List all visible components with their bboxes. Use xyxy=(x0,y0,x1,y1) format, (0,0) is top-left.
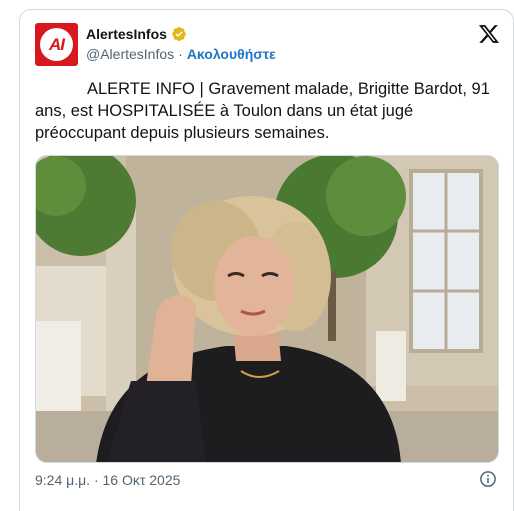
handle-row: @AlertesInfos · Ακολουθήστε xyxy=(86,46,276,62)
x-logo-icon[interactable] xyxy=(478,23,500,45)
tweet-card: AI AlertesInfos @AlertesInfos · Ακολουθή… xyxy=(19,9,514,511)
verified-badge-icon xyxy=(172,26,186,42)
photo-illustration xyxy=(36,156,498,462)
avatar-logo: AI xyxy=(40,28,73,61)
handle[interactable]: @AlertesInfos xyxy=(86,46,174,62)
follow-button[interactable]: Ακολουθήστε xyxy=(187,46,276,62)
info-icon[interactable] xyxy=(479,470,497,488)
action-bar xyxy=(20,505,513,511)
tweet-photo[interactable] xyxy=(35,155,499,463)
display-name[interactable]: AlertesInfos xyxy=(86,26,167,42)
tweet-text: ALERTE INFO | Gravement malade, Brigitte… xyxy=(35,80,490,142)
name-row: AlertesInfos xyxy=(86,26,187,42)
tweet-timestamp[interactable]: 9:24 μ.μ. · 16 Οκτ 2025 xyxy=(35,472,180,488)
separator-dot: · xyxy=(178,46,183,62)
avatar[interactable]: AI xyxy=(35,23,78,66)
